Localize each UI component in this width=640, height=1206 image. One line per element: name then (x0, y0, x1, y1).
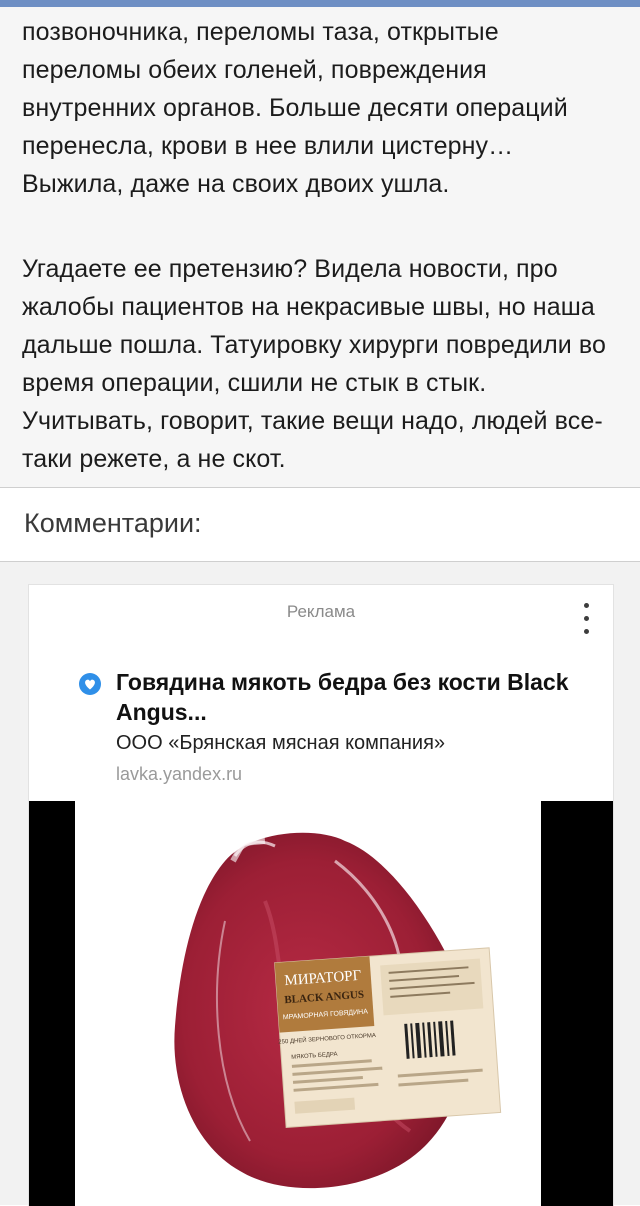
letterbox-bar-right (541, 801, 613, 1206)
ad-label: Реклама (286, 602, 356, 621)
article-paragraph: позвоночника, переломы таза, открытые пе… (22, 18, 568, 198)
ad-section: Реклама Говядина мякоть бедра без кости … (0, 562, 640, 1206)
ad-card[interactable]: Реклама Говядина мякоть бедра без кости … (28, 584, 614, 1206)
article-body: позвоночника, переломы таза, открытые пе… (0, 7, 640, 487)
product-label: МИРАТОРГ BLACK ANGUS МРАМОРНАЯ ГОВЯДИНА … (274, 947, 502, 1128)
ad-company: ООО «Брянская мясная компания» (116, 732, 446, 754)
article-paragraph: Угадаете ее претензию? Видела новости, п… (22, 255, 607, 473)
beef-package-photo: МИРАТОРГ BLACK ANGUS МРАМОРНАЯ ГОВЯДИНА … (174, 832, 502, 1189)
more-vertical-icon[interactable] (581, 601, 591, 637)
letterbox-bar-left (29, 801, 75, 1206)
ad-domain[interactable]: lavka.yandex.ru (116, 764, 242, 785)
comments-title: Комментарии: (24, 508, 202, 538)
verified-icon (79, 673, 101, 695)
comments-header: Комментарии: (0, 488, 640, 560)
ad-title[interactable]: Говядина мякоть бедра без кости Black An… (116, 667, 616, 727)
top-status-strip (0, 0, 640, 7)
ad-image[interactable]: МИРАТОРГ BLACK ANGUS МРАМОРНАЯ ГОВЯДИНА … (29, 801, 613, 1206)
